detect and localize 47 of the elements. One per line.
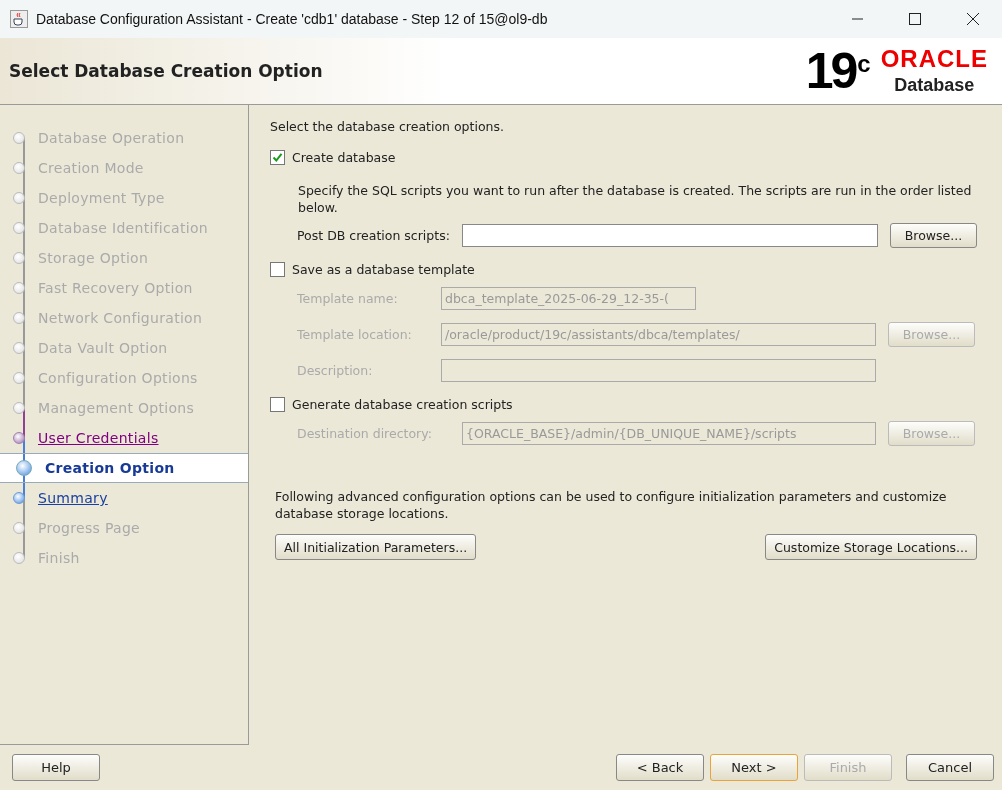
checkbox[interactable]: [270, 150, 285, 165]
field-label: Post DB creation scripts:: [297, 227, 450, 243]
logo-version: 19: [805, 46, 856, 96]
description-text: Specify the SQL scripts you want to run after the database is created. The scripts are run in the order listed below.: [298, 182, 973, 216]
scripts-input[interactable]: [461, 223, 878, 247]
field-label: Template name:: [297, 290, 399, 306]
field-label: Destination directory:: [297, 425, 433, 441]
step-item: Progress Page: [0, 513, 248, 543]
step-item[interactable]: User Credentials: [0, 423, 248, 453]
maximize-icon[interactable]: [909, 13, 921, 25]
logo-brand: ORACLE: [880, 46, 988, 71]
checkbox-label[interactable]: Generate database creation scripts: [292, 397, 513, 412]
minimize-icon[interactable]: [851, 18, 863, 20]
window-title: Database Configuration Assistant - Create 'cdb1' database - Step 12 of 15@ol9-db: [36, 11, 549, 27]
advanced-text: Following advanced configuration options can be used to configure initialization parameters and customize database storage locations.: [275, 488, 948, 522]
logo-version-suffix: c: [857, 50, 871, 78]
step-item: Fast Recovery Option: [0, 273, 248, 303]
logo-product: Database: [894, 74, 975, 96]
close-icon[interactable]: [967, 13, 979, 25]
browse-button[interactable]: Browse...: [890, 222, 977, 248]
nav-button[interactable]: Next >: [710, 754, 798, 781]
step-item: Database Operation: [0, 123, 248, 153]
step-item: Creation Mode: [0, 153, 248, 183]
step-item: Deployment Type: [0, 183, 248, 213]
step-item: Storage Option: [0, 243, 248, 273]
instruction-text: Select the database creation options.: [270, 119, 505, 134]
help-button[interactable]: Help: [12, 754, 100, 781]
step-item[interactable]: Creation Option: [0, 453, 248, 483]
options-button[interactable]: All Initialization Parameters...: [275, 534, 477, 560]
step-item: Network Configuration: [0, 303, 248, 333]
checkbox-label[interactable]: Create database: [292, 150, 396, 165]
step-item: Configuration Options: [0, 363, 248, 393]
step-item: Database Identification: [0, 213, 248, 243]
step-item: Data Vault Option: [0, 333, 248, 363]
page-title: Select Database Creation Option: [9, 61, 323, 81]
coffee-cup-icon: [10, 10, 28, 28]
checkbox-label[interactable]: Save as a database template: [292, 262, 475, 277]
checkbox[interactable]: [270, 397, 285, 412]
nav-button[interactable]: < Back: [616, 754, 704, 781]
step-item: Finish: [0, 543, 248, 573]
nav-button[interactable]: Cancel: [906, 754, 994, 781]
field-label: Description:: [297, 362, 374, 378]
options-button[interactable]: Customize Storage Locations...: [765, 534, 977, 560]
checkbox[interactable]: [270, 262, 285, 277]
step-item[interactable]: Summary: [0, 483, 248, 513]
field-label: Template location:: [297, 326, 413, 342]
step-item: Management Options: [0, 393, 248, 423]
